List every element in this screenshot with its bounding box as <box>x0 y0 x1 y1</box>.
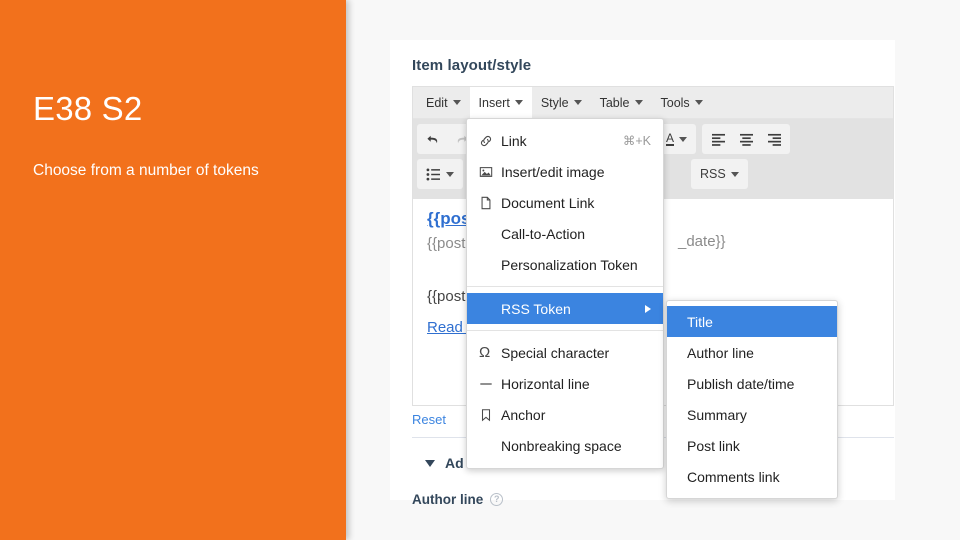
align-left-icon <box>711 133 726 146</box>
undo-button[interactable] <box>419 126 447 152</box>
menu-item-document-link-label: Document Link <box>501 195 651 211</box>
menu-item-anchor[interactable]: Anchor <box>467 399 663 430</box>
slide-title: E38 S2 <box>33 90 142 128</box>
menu-edit[interactable]: Edit <box>417 87 470 118</box>
menu-style-label: Style <box>541 96 569 110</box>
chevron-down-icon <box>635 100 643 105</box>
align-left-button[interactable] <box>704 126 732 152</box>
undo-arrow-icon <box>426 132 441 147</box>
caret-down-icon <box>425 460 435 467</box>
chevron-down-icon <box>731 172 739 177</box>
reset-link[interactable]: Reset <box>412 412 446 427</box>
menu-item-nonbreaking-space[interactable]: Nonbreaking space <box>467 430 663 461</box>
author-line-label: Author line <box>412 492 483 507</box>
menu-separator <box>467 286 663 287</box>
menu-item-horizontal-line[interactable]: Horizontal line <box>467 368 663 399</box>
submenu-item-post-link[interactable]: Post link <box>667 430 837 461</box>
menu-item-rss-token-label: RSS Token <box>501 301 637 317</box>
menu-item-anchor-label: Anchor <box>501 407 651 423</box>
submenu-item-author-line-label: Author line <box>687 345 825 361</box>
submenu-item-summary[interactable]: Summary <box>667 399 837 430</box>
horizontal-rule-icon <box>479 377 501 391</box>
submenu-item-summary-label: Summary <box>687 407 825 423</box>
text-color-label: A <box>666 132 674 146</box>
submenu-item-title-label: Title <box>687 314 825 330</box>
screen-root: E38 S2 Choose from a number of tokens It… <box>0 0 960 540</box>
menu-item-insert-edit-image[interactable]: Insert/edit image <box>467 156 663 187</box>
menu-item-insert-edit-image-label: Insert/edit image <box>501 164 651 180</box>
rss-group: RSS <box>691 159 748 189</box>
advanced-section-toggle[interactable]: Ad <box>425 455 464 471</box>
submenu-item-comments-link-label: Comments link <box>687 469 825 485</box>
rss-dropdown-button[interactable]: RSS <box>693 161 746 187</box>
image-icon <box>479 165 501 179</box>
menu-item-call-to-action[interactable]: Call-to-Action <box>467 218 663 249</box>
insert-dropdown-menu: Link ⌘+K Insert/edit image Document Link <box>466 118 664 469</box>
menu-item-link[interactable]: Link ⌘+K <box>467 125 663 156</box>
rss-label: RSS <box>700 167 726 181</box>
author-line-field-label: Author line ? <box>412 492 503 507</box>
menu-table-label: Table <box>600 96 630 110</box>
chevron-down-icon <box>446 172 454 177</box>
editor-menubar: Edit Insert Style Table Tools <box>413 87 893 119</box>
submenu-item-publish-date-time-label: Publish date/time <box>687 376 825 392</box>
slide-panel: E38 S2 Choose from a number of tokens <box>0 0 346 540</box>
menu-item-personalization-token[interactable]: Personalization Token <box>467 249 663 280</box>
info-icon[interactable]: ? <box>490 493 503 506</box>
submenu-item-publish-date-time[interactable]: Publish date/time <box>667 368 837 399</box>
submenu-item-author-line[interactable]: Author line <box>667 337 837 368</box>
menu-item-personalization-token-label: Personalization Token <box>501 257 651 273</box>
rss-token-submenu: Title Author line Publish date/time Summ… <box>666 300 838 499</box>
advanced-section-label: Ad <box>445 455 464 471</box>
link-icon <box>479 134 501 148</box>
chevron-right-icon <box>645 305 651 313</box>
omega-icon: Ω <box>479 344 501 361</box>
panel-heading: Item layout/style <box>412 57 531 74</box>
submenu-item-title[interactable]: Title <box>667 306 837 337</box>
menu-table[interactable]: Table <box>591 87 652 118</box>
post-meta-token-tail: _date}} <box>678 233 726 250</box>
submenu-item-post-link-label: Post link <box>687 438 825 454</box>
chevron-down-icon <box>679 137 687 142</box>
alignment-group <box>702 124 790 154</box>
chevron-down-icon <box>574 100 582 105</box>
text-color-button[interactable]: A <box>659 126 694 152</box>
submenu-item-comments-link[interactable]: Comments link <box>667 461 837 492</box>
menu-edit-label: Edit <box>426 96 448 110</box>
menu-item-rss-token[interactable]: RSS Token <box>467 293 663 324</box>
slide-subtitle: Choose from a number of tokens <box>33 162 259 180</box>
bullet-list-button[interactable] <box>419 161 461 187</box>
menu-item-link-label: Link <box>501 133 613 149</box>
menu-item-horizontal-line-label: Horizontal line <box>501 376 651 392</box>
menu-separator <box>467 330 663 331</box>
menu-item-special-character-label: Special character <box>501 345 651 361</box>
menu-style[interactable]: Style <box>532 87 591 118</box>
menu-item-link-shortcut: ⌘+K <box>623 133 651 148</box>
menu-insert[interactable]: Insert <box>470 87 532 118</box>
chevron-down-icon <box>695 100 703 105</box>
document-icon <box>479 196 501 210</box>
align-center-button[interactable] <box>732 126 760 152</box>
menu-item-call-to-action-label: Call-to-Action <box>501 226 651 242</box>
align-right-icon <box>767 133 782 146</box>
menu-item-nonbreaking-space-label: Nonbreaking space <box>501 438 651 454</box>
menu-tools[interactable]: Tools <box>652 87 712 118</box>
bullet-list-icon <box>426 168 441 181</box>
menu-item-document-link[interactable]: Document Link <box>467 187 663 218</box>
menu-item-special-character[interactable]: Ω Special character <box>467 337 663 368</box>
menu-tools-label: Tools <box>661 96 690 110</box>
list-group <box>417 159 463 189</box>
align-right-button[interactable] <box>760 126 788 152</box>
chevron-down-icon <box>453 100 461 105</box>
chevron-down-icon <box>515 100 523 105</box>
menu-insert-label: Insert <box>479 96 510 110</box>
anchor-bookmark-icon <box>479 408 501 422</box>
align-center-icon <box>739 133 754 146</box>
